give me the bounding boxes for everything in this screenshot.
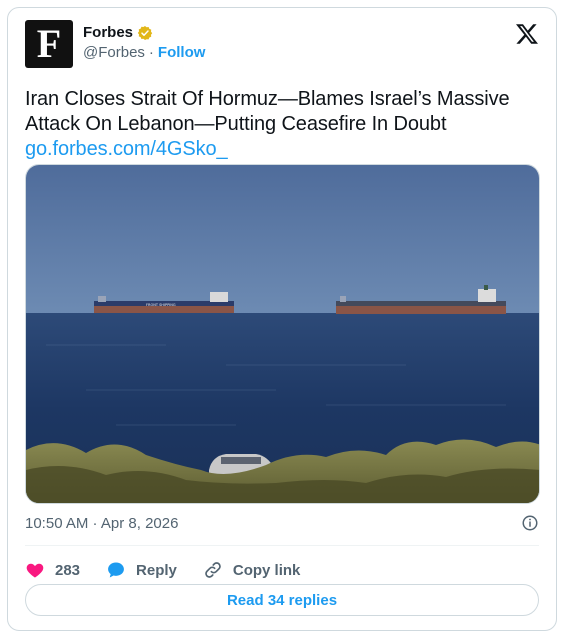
handle-separator: · xyxy=(148,44,154,61)
reply-label: Reply xyxy=(136,561,177,579)
verified-badge-icon xyxy=(137,25,153,40)
author-handle[interactable]: @Forbes xyxy=(83,44,145,61)
reply-button[interactable]: Reply xyxy=(106,560,177,580)
tweet-media-photo[interactable]: FRONT SHIPPING xyxy=(25,164,540,504)
tweet-text-block: Iran Closes Strait Of Hormuz—Blames Isra… xyxy=(25,87,525,162)
timestamp-row: 10:50 AM · Apr 8, 2026 xyxy=(25,513,539,533)
copy-link-button[interactable]: Copy link xyxy=(203,560,301,580)
heart-icon xyxy=(26,563,44,578)
tweet-card: F Forbes @Forbes · Follow Iran Closes St… xyxy=(7,7,557,631)
copy-link-label: Copy link xyxy=(232,561,301,579)
tweet-link[interactable]: go.forbes.com/4GSko_ xyxy=(25,137,525,162)
author-name-row: Forbes xyxy=(83,24,153,41)
tweet-text: Iran Closes Strait Of Hormuz—Blames Isra… xyxy=(25,88,510,135)
author-handle-row: @Forbes · Follow xyxy=(83,44,205,61)
read-replies-button[interactable]: Read 34 replies xyxy=(25,584,539,616)
follow-button[interactable]: Follow xyxy=(158,44,206,61)
link-icon xyxy=(205,562,221,578)
avatar[interactable]: F xyxy=(25,20,73,68)
reply-bubble-icon xyxy=(108,562,124,578)
like-count: 283 xyxy=(55,561,81,579)
tweet-header: F Forbes @Forbes · Follow xyxy=(25,20,539,68)
like-button[interactable]: 283 xyxy=(25,560,80,580)
x-logo-icon[interactable] xyxy=(515,22,539,46)
ship-label: FRONT SHIPPING xyxy=(146,303,176,307)
tweet-timestamp[interactable]: 10:50 AM · Apr 8, 2026 xyxy=(25,515,178,532)
photo-of-tankers-at-sea-icon: FRONT SHIPPING xyxy=(26,165,539,503)
tweet-actions: 283 Reply Copy link xyxy=(25,552,300,588)
info-icon[interactable] xyxy=(521,514,539,532)
author-name[interactable]: Forbes xyxy=(83,24,133,41)
divider xyxy=(25,545,539,546)
